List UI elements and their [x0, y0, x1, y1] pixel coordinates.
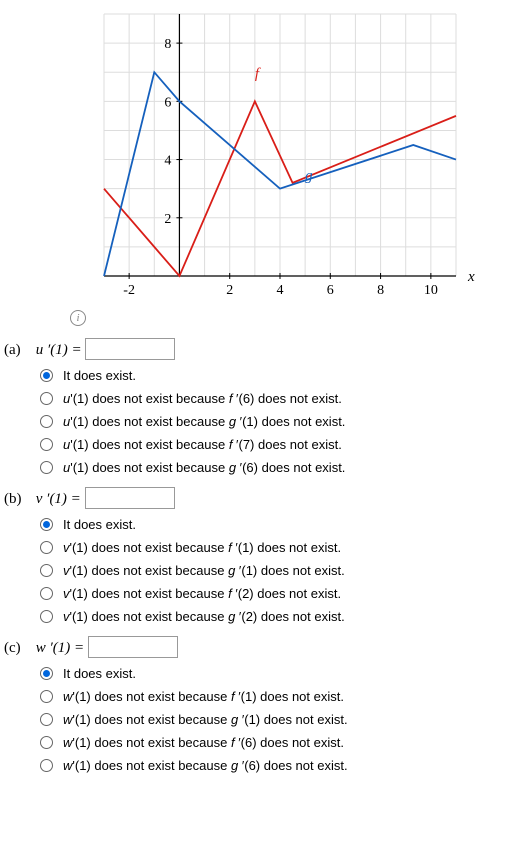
info-icon[interactable]: i	[70, 310, 86, 326]
option[interactable]: w'(1) does not exist because g ′(6) does…	[40, 758, 509, 773]
radio-icon[interactable]	[40, 438, 53, 451]
radio-icon[interactable]	[40, 690, 53, 703]
radio-icon[interactable]	[40, 369, 53, 382]
option-text: w'(1) does not exist because g ′(1) does…	[63, 712, 348, 727]
svg-text:2: 2	[164, 212, 171, 227]
radio-icon[interactable]	[40, 518, 53, 531]
svg-text:8: 8	[164, 37, 171, 52]
option[interactable]: It does exist.	[40, 517, 509, 532]
answer-input[interactable]	[85, 487, 175, 509]
answer-input[interactable]	[85, 338, 175, 360]
option[interactable]: u'(1) does not exist because g ′(6) does…	[40, 460, 509, 475]
option[interactable]: It does exist.	[40, 666, 509, 681]
option-text: u'(1) does not exist because f ′(6) does…	[63, 391, 342, 406]
svg-text:f: f	[255, 66, 261, 82]
option-text: u'(1) does not exist because g ′(1) does…	[63, 414, 345, 429]
svg-text:10: 10	[424, 283, 438, 298]
option[interactable]: w'(1) does not exist because f ′(1) does…	[40, 689, 509, 704]
option-text: u'(1) does not exist because g ′(6) does…	[63, 460, 345, 475]
chart: -2 2 4 6 8 10 2 4 6 8 x f g	[64, 4, 484, 304]
svg-text:6: 6	[327, 283, 334, 298]
radio-icon[interactable]	[40, 736, 53, 749]
part-label: (a)	[4, 342, 32, 359]
chart-container: -2 2 4 6 8 10 2 4 6 8 x f g i	[64, 4, 509, 326]
radio-icon[interactable]	[40, 541, 53, 554]
option-text: w'(1) does not exist because f ′(1) does…	[63, 689, 344, 704]
svg-text:8: 8	[377, 283, 384, 298]
question-a: (a) u ′(1) =	[4, 338, 509, 360]
svg-text:-2: -2	[123, 283, 135, 298]
radio-icon[interactable]	[40, 610, 53, 623]
radio-icon[interactable]	[40, 392, 53, 405]
option-text: v'(1) does not exist because f ′(1) does…	[63, 540, 341, 555]
answer-input[interactable]	[88, 636, 178, 658]
option[interactable]: v'(1) does not exist because g ′(2) does…	[40, 609, 509, 624]
svg-text:g: g	[305, 168, 313, 184]
radio-icon[interactable]	[40, 415, 53, 428]
option-text: u'(1) does not exist because f ′(7) does…	[63, 437, 342, 452]
options-group: It does exist. v'(1) does not exist beca…	[40, 517, 509, 624]
option-text: w'(1) does not exist because g ′(6) does…	[63, 758, 348, 773]
part-label: (c)	[4, 640, 32, 657]
radio-icon[interactable]	[40, 564, 53, 577]
radio-icon[interactable]	[40, 587, 53, 600]
svg-text:x: x	[467, 269, 475, 285]
option[interactable]: v'(1) does not exist because f ′(1) does…	[40, 540, 509, 555]
option-text: v'(1) does not exist because g ′(2) does…	[63, 609, 345, 624]
option-text: It does exist.	[63, 368, 136, 383]
option[interactable]: w'(1) does not exist because g ′(1) does…	[40, 712, 509, 727]
svg-text:6: 6	[164, 95, 171, 110]
radio-icon[interactable]	[40, 713, 53, 726]
option[interactable]: v'(1) does not exist because g ′(1) does…	[40, 563, 509, 578]
option[interactable]: w'(1) does not exist because f ′(6) does…	[40, 735, 509, 750]
equation: u ′(1) =	[36, 342, 82, 358]
equation: v ′(1) =	[36, 491, 81, 507]
svg-text:4: 4	[164, 154, 171, 169]
option[interactable]: It does exist.	[40, 368, 509, 383]
question-c: (c) w ′(1) =	[4, 636, 509, 658]
option-text: It does exist.	[63, 666, 136, 681]
option-text: It does exist.	[63, 517, 136, 532]
option[interactable]: v'(1) does not exist because f ′(2) does…	[40, 586, 509, 601]
radio-icon[interactable]	[40, 461, 53, 474]
options-group: It does exist. u'(1) does not exist beca…	[40, 368, 509, 475]
option[interactable]: u'(1) does not exist because f ′(7) does…	[40, 437, 509, 452]
radio-icon[interactable]	[40, 667, 53, 680]
option-text: w'(1) does not exist because f ′(6) does…	[63, 735, 344, 750]
option-text: v'(1) does not exist because g ′(1) does…	[63, 563, 345, 578]
svg-text:2: 2	[226, 283, 233, 298]
option[interactable]: u'(1) does not exist because g ′(1) does…	[40, 414, 509, 429]
radio-icon[interactable]	[40, 759, 53, 772]
equation: w ′(1) =	[36, 640, 84, 656]
option-text: v'(1) does not exist because f ′(2) does…	[63, 586, 341, 601]
question-b: (b) v ′(1) =	[4, 487, 509, 509]
options-group: It does exist. w'(1) does not exist beca…	[40, 666, 509, 773]
option[interactable]: u'(1) does not exist because f ′(6) does…	[40, 391, 509, 406]
svg-text:4: 4	[277, 283, 284, 298]
part-label: (b)	[4, 491, 32, 508]
